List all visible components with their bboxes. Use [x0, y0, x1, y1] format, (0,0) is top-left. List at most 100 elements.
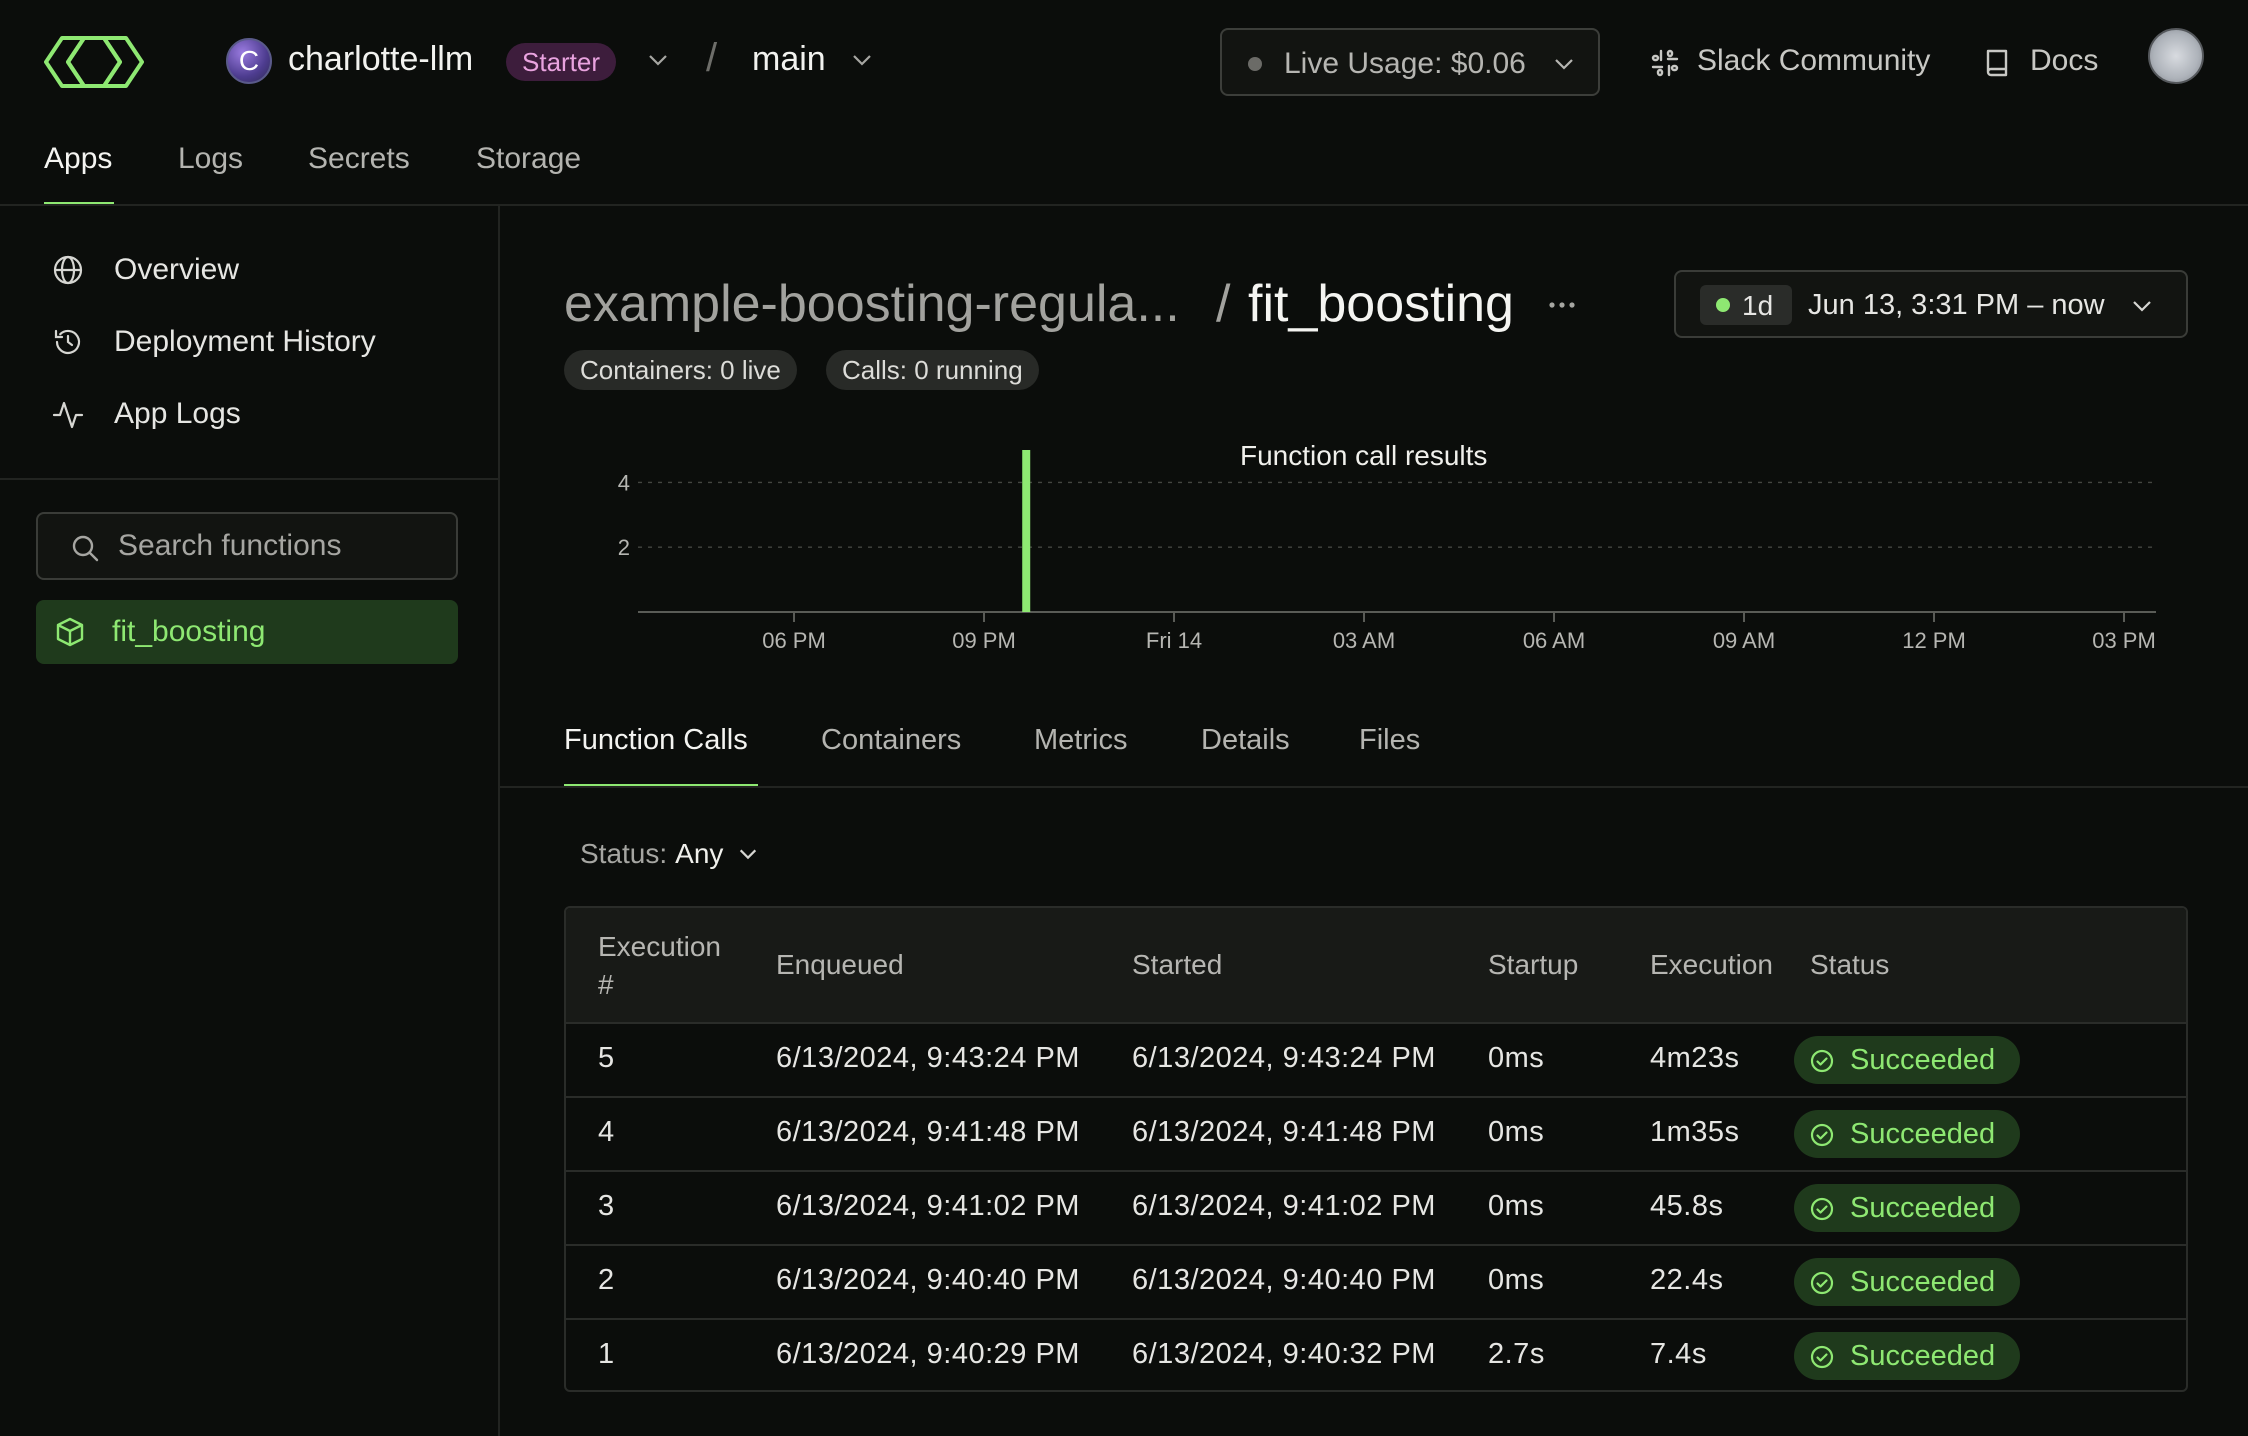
tab-secrets[interactable]: Secrets — [308, 142, 410, 176]
sidebar-item-app-logs[interactable]: App Logs — [52, 392, 241, 436]
cell-execution: 4m23s — [1650, 1042, 1740, 1074]
org-chevron-down-icon[interactable] — [646, 48, 670, 72]
table-row[interactable]: 3 6/13/2024, 9:41:02 PM 6/13/2024, 9:41:02… — [566, 1172, 2186, 1246]
status-label: Succeeded — [1850, 1044, 1996, 1076]
range-badge: 1d — [1700, 285, 1792, 325]
calls-status-pill: Calls: 0 running — [826, 350, 1039, 390]
tab-containers[interactable]: Containers — [821, 724, 961, 757]
cell-execution-num: 5 — [598, 1042, 615, 1074]
cell-startup: 0ms — [1488, 1042, 1545, 1074]
column-header-enqueued[interactable]: Enqueued — [776, 946, 904, 984]
org-avatar[interactable]: C — [226, 38, 272, 84]
cell-enqueued: 6/13/2024, 9:40:29 PM — [776, 1338, 1080, 1370]
function-call-results-chart: 2 4 06 PM 09 PM Fri 14 03 AM 06 AM 09 AM 12 PM 03… — [618, 450, 2156, 653]
x-tick-label: 06 PM — [762, 628, 826, 653]
sidebar-divider — [0, 478, 500, 480]
top-bar: C charlotte-llm Starter / main Live Usag… — [0, 0, 2248, 124]
cell-startup: 0ms — [1488, 1264, 1545, 1296]
chart-bar[interactable] — [1022, 450, 1031, 612]
status-badge: Succeeded — [1794, 1036, 2020, 1084]
column-header-status[interactable]: Status — [1810, 946, 1889, 984]
x-tick-label: 12 PM — [1902, 628, 1966, 653]
cell-enqueued: 6/13/2024, 9:43:24 PM — [776, 1042, 1080, 1074]
status-label: Succeeded — [1850, 1118, 1996, 1150]
status-badge: Succeeded — [1794, 1110, 2020, 1158]
sidebar: Overview Deployment History App Logs f — [0, 206, 500, 1436]
status-badge: Succeeded — [1794, 1258, 2020, 1306]
more-options-icon[interactable] — [1548, 300, 1576, 310]
breadcrumb-separator: / — [706, 36, 718, 80]
x-tick-label: Fri 14 — [1146, 628, 1202, 653]
cell-started: 6/13/2024, 9:43:24 PM — [1132, 1042, 1436, 1074]
check-circle-icon — [1810, 1345, 1834, 1369]
globe-icon — [53, 255, 83, 285]
plan-badge: Starter — [506, 43, 617, 81]
cell-execution-num: 4 — [598, 1116, 615, 1148]
live-usage-label: Live Usage: $0.06 — [1284, 47, 1526, 80]
breadcrumb-separator: / — [1216, 275, 1231, 333]
time-range-picker[interactable]: 1d Jun 13, 3:31 PM – now — [1674, 270, 2188, 338]
app-name-breadcrumb[interactable]: example-boosting-regula... — [564, 274, 1180, 334]
x-tick-label: 06 AM — [1523, 628, 1585, 653]
cell-started: 6/13/2024, 9:41:02 PM — [1132, 1190, 1436, 1222]
check-circle-icon — [1810, 1271, 1834, 1295]
cell-execution-num: 3 — [598, 1190, 615, 1222]
column-header-started[interactable]: Started — [1132, 946, 1222, 984]
cell-startup: 2.7s — [1488, 1338, 1545, 1370]
tab-details[interactable]: Details — [1201, 724, 1290, 757]
sidebar-item-label: App Logs — [114, 397, 241, 430]
slack-community-link[interactable]: Slack Community — [1697, 44, 1930, 78]
tab-storage[interactable]: Storage — [476, 142, 581, 176]
table-row[interactable]: 4 6/13/2024, 9:41:48 PM 6/13/2024, 9:41:48… — [566, 1098, 2186, 1172]
function-item-label: fit_boosting — [112, 615, 266, 648]
sidebar-item-label: Deployment History — [114, 325, 376, 358]
modal-logo-icon[interactable] — [44, 34, 144, 90]
tab-logs[interactable]: Logs — [178, 142, 243, 176]
status-filter-dropdown[interactable]: Status: Any — [580, 838, 759, 870]
cell-started: 6/13/2024, 9:40:40 PM — [1132, 1264, 1436, 1296]
cell-execution-num: 1 — [598, 1338, 615, 1370]
tab-function-calls[interactable]: Function Calls — [564, 724, 748, 757]
table-header: Execution # Enqueued Started Startup Exe… — [566, 908, 2186, 1024]
column-header-execution[interactable]: Execution — [1650, 946, 1773, 984]
search-functions-box[interactable] — [36, 512, 458, 580]
function-calls-table: Execution # Enqueued Started Startup Exe… — [564, 906, 2188, 1392]
table-row[interactable]: 1 6/13/2024, 9:40:29 PM 6/13/2024, 9:40:32… — [566, 1320, 2186, 1390]
column-header-execution-num[interactable]: Execution # — [598, 928, 738, 1004]
function-item-fit-boosting[interactable]: fit_boosting — [36, 600, 458, 664]
environment-name[interactable]: main — [752, 40, 826, 79]
docs-link[interactable]: Docs — [2030, 44, 2098, 78]
tab-apps[interactable]: Apps — [44, 142, 112, 176]
env-chevron-down-icon[interactable] — [850, 48, 874, 72]
column-header-startup[interactable]: Startup — [1488, 946, 1578, 984]
cell-execution: 7.4s — [1650, 1338, 1707, 1370]
history-icon — [54, 329, 81, 355]
live-usage-dropdown[interactable]: Live Usage: $0.06 — [1220, 28, 1600, 96]
y-tick-label: 2 — [618, 535, 630, 560]
sidebar-item-overview[interactable]: Overview — [52, 248, 239, 292]
chevron-down-icon — [740, 849, 757, 860]
check-circle-icon — [1810, 1123, 1834, 1147]
cell-started: 6/13/2024, 9:41:48 PM — [1132, 1116, 1436, 1148]
table-row[interactable]: 2 6/13/2024, 9:40:40 PM 6/13/2024, 9:40:40… — [566, 1246, 2186, 1320]
subtab-divider — [500, 786, 2248, 788]
tab-metrics[interactable]: Metrics — [1034, 724, 1127, 757]
tab-files[interactable]: Files — [1359, 724, 1420, 757]
x-tick-label: 03 PM — [2092, 628, 2156, 653]
search-functions-input[interactable] — [118, 526, 438, 566]
cube-icon — [56, 617, 84, 647]
cell-startup: 0ms — [1488, 1116, 1545, 1148]
table-row[interactable]: 5 6/13/2024, 9:43:24 PM 6/13/2024, 9:43:24… — [566, 1024, 2186, 1098]
chevron-down-icon — [2133, 301, 2151, 312]
range-badge-label: 1d — [1742, 290, 1774, 321]
status-label: Succeeded — [1850, 1266, 1996, 1298]
y-tick-label: 4 — [618, 470, 630, 495]
slack-icon — [1651, 49, 1679, 77]
sidebar-item-deployment-history[interactable]: Deployment History — [52, 320, 376, 364]
live-indicator-dot — [1716, 298, 1730, 312]
org-name[interactable]: charlotte-llm — [288, 40, 473, 79]
page-title: fit_boosting — [1248, 275, 1514, 333]
check-circle-icon — [1810, 1049, 1834, 1073]
cell-execution: 22.4s — [1650, 1264, 1724, 1296]
user-avatar[interactable] — [2148, 28, 2204, 84]
